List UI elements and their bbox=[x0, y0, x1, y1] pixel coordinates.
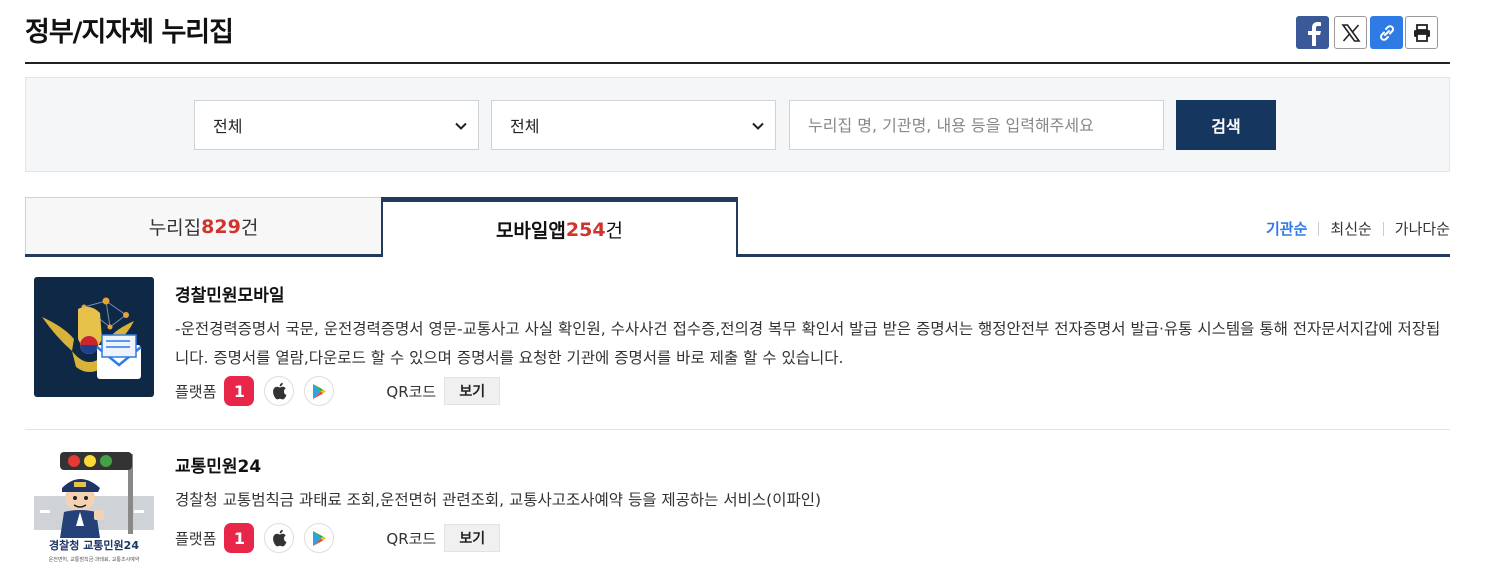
apple-icon[interactable] bbox=[264, 523, 295, 553]
app-description: -운전경력증명서 국문, 운전경력증명서 영문-교통사고 사실 확인원, 수사사… bbox=[175, 320, 1441, 367]
tab-mobile-apps[interactable]: 모바일앱 254 건 bbox=[381, 197, 738, 257]
tab-mobile-apps-label: 모바일앱 bbox=[495, 220, 566, 242]
chevron-down-icon bbox=[455, 122, 467, 130]
app-name[interactable]: 경찰민원모바일 bbox=[175, 281, 284, 306]
platform-label: 플랫폼 bbox=[175, 529, 217, 548]
category-select-1-value: 전체 bbox=[213, 117, 243, 136]
google-play-icon[interactable] bbox=[304, 376, 335, 406]
sort-by-agency[interactable]: 기관순 bbox=[1255, 218, 1318, 239]
apple-icon[interactable] bbox=[264, 376, 295, 406]
x-icon bbox=[1340, 23, 1361, 42]
title-divider bbox=[25, 62, 1450, 64]
platform-label: 플랫폼 bbox=[175, 382, 217, 401]
category-select-2-value: 전체 bbox=[510, 117, 540, 136]
police-app-logo[interactable] bbox=[34, 277, 154, 397]
qr-code-label: QR코드 bbox=[386, 529, 437, 548]
app-description: 경찰청 교통범칙금 과태료 조회,운전면허 관련조회, 교통사고조사예약 등을 … bbox=[175, 491, 822, 509]
qr-view-button[interactable]: 보기 bbox=[444, 377, 501, 405]
facebook-icon bbox=[1307, 21, 1321, 46]
tab-websites-suffix: 건 bbox=[240, 217, 259, 239]
tab-websites[interactable]: 누리집 829 건 bbox=[25, 197, 382, 255]
qr-code-label: QR코드 bbox=[386, 382, 437, 401]
sort-by-latest[interactable]: 최신순 bbox=[1319, 218, 1382, 239]
category-select-1[interactable]: 전체 bbox=[194, 100, 479, 150]
print-icon bbox=[1413, 23, 1430, 42]
active-tab-gap bbox=[383, 254, 736, 257]
tab-websites-label: 누리집 bbox=[148, 217, 202, 239]
chevron-down-icon bbox=[752, 122, 764, 130]
platform-row: 플랫폼 1 QR코드 보기 bbox=[175, 523, 501, 553]
onestore-icon[interactable]: 1 bbox=[224, 376, 255, 406]
sort-options: 기관순 최신순 가나다순 bbox=[1255, 218, 1450, 239]
qr-view-button[interactable]: 보기 bbox=[444, 524, 501, 552]
facebook-share-button[interactable] bbox=[1296, 16, 1329, 49]
traffic-logo-text: 경찰청 교통민원24 bbox=[49, 538, 139, 552]
onestore-icon[interactable]: 1 bbox=[224, 523, 255, 553]
traffic-logo-subtext: 운전면허, 교통범칙금·과태료, 교통조사예약 bbox=[49, 556, 140, 563]
page-title: 정부/지자체 누리집 bbox=[25, 17, 234, 48]
tab-websites-count: 829 bbox=[201, 215, 241, 238]
copy-link-button[interactable] bbox=[1370, 16, 1403, 49]
tab-mobile-apps-count: 254 bbox=[565, 218, 606, 241]
list-item: 경찰민원모바일 -운전경력증명서 국문, 운전경력증명서 영문-교통사고 사실 … bbox=[25, 277, 1450, 430]
category-select-2[interactable]: 전체 bbox=[491, 100, 776, 150]
x-share-button[interactable] bbox=[1334, 16, 1367, 49]
app-name[interactable]: 교통민원24 bbox=[175, 452, 261, 477]
platform-row: 플랫폼 1 QR코드 보기 bbox=[175, 376, 501, 406]
sort-by-name[interactable]: 가나다순 bbox=[1384, 218, 1450, 239]
google-play-icon[interactable] bbox=[304, 523, 335, 553]
traffic-app-logo[interactable]: 경찰청 교통민원24 운전면허, 교통범칙금·과태료, 교통조사예약 bbox=[34, 448, 154, 568]
list-item: 경찰청 교통민원24 운전면허, 교통범칙금·과태료, 교통조사예약 교통민원2… bbox=[25, 448, 1450, 574]
print-button[interactable] bbox=[1405, 16, 1438, 49]
search-input[interactable] bbox=[789, 100, 1164, 150]
tab-mobile-apps-suffix: 건 bbox=[605, 220, 624, 242]
search-button[interactable]: 검색 bbox=[1176, 100, 1276, 150]
link-icon bbox=[1379, 24, 1394, 41]
